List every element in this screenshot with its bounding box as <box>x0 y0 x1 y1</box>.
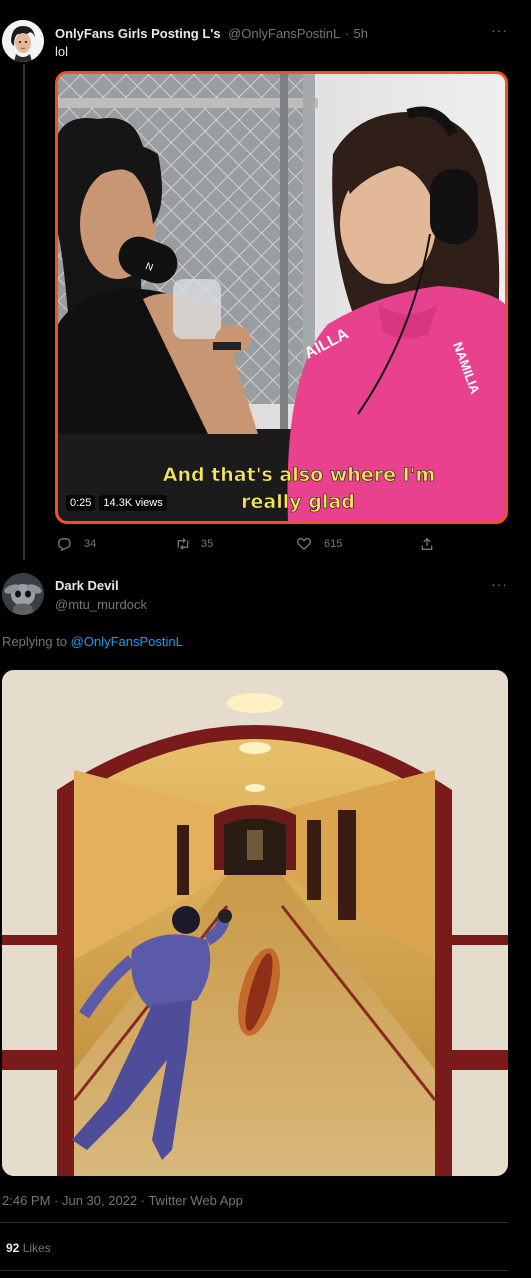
tweet2-likes-link[interactable]: 92 Likes <box>6 1241 51 1255</box>
tweet2-timestamp[interactable]: 2:46 PM · Jun 30, 2022 · Twitter Web App <box>2 1193 243 1208</box>
tweet1-display-name[interactable]: OnlyFans Girls Posting L's <box>55 26 221 41</box>
like-button[interactable]: 615 <box>296 536 342 552</box>
tweet1-header: OnlyFans Girls Posting L's @OnlyFansPost… <box>55 25 368 43</box>
thread-connector-line <box>23 64 25 560</box>
reply-button[interactable]: 34 <box>56 536 96 552</box>
tweet2-display-name[interactable]: Dark Devil <box>55 578 119 593</box>
video-caption-line1: And that's also where I'm <box>163 464 436 486</box>
likes-count: 92 <box>6 1241 20 1255</box>
video-duration: 0:25 <box>66 495 96 511</box>
tweet1-handle[interactable]: @OnlyFansPostinL <box>228 26 340 41</box>
tweet1-avatar[interactable] <box>2 20 44 62</box>
tweet1-separator: · <box>344 26 350 41</box>
tweet2-avatar[interactable] <box>2 573 44 615</box>
retweet-count: 35 <box>201 538 214 550</box>
replying-to-line: Replying to @OnlyFansPostinL <box>2 634 183 649</box>
likes-label: Likes <box>22 1241 51 1255</box>
tweet1-video[interactable]: N AILLA NAMILIA And that's also where I'… <box>55 71 508 524</box>
reply-icon <box>57 538 71 552</box>
tweet2-more-icon[interactable]: ··· <box>491 576 508 592</box>
share-button[interactable] <box>419 536 435 552</box>
video-caption-line2: really glad <box>241 491 355 513</box>
replying-to-prefix: Replying to <box>2 634 68 649</box>
divider-top <box>0 1222 508 1223</box>
tweet2-handle[interactable]: @mtu_murdock <box>55 597 147 612</box>
retweet-icon <box>177 538 189 550</box>
like-count: 615 <box>324 538 343 550</box>
divider-bottom <box>0 1270 508 1271</box>
tweet1-time[interactable]: 5h <box>354 26 368 41</box>
replying-to-link[interactable]: @OnlyFansPostinL <box>71 634 183 649</box>
share-icon <box>421 537 433 550</box>
like-icon <box>297 537 311 551</box>
retweet-button[interactable]: 35 <box>175 536 213 552</box>
tweet1-more-icon[interactable]: ··· <box>491 22 508 38</box>
reply-count: 34 <box>84 538 97 550</box>
video-overlay-badges: 0:25 14.3K views <box>66 495 167 511</box>
video-views: 14.3K views <box>99 495 167 511</box>
tweet2-image[interactable] <box>2 670 508 1176</box>
tweet1-text: lol <box>55 44 69 59</box>
